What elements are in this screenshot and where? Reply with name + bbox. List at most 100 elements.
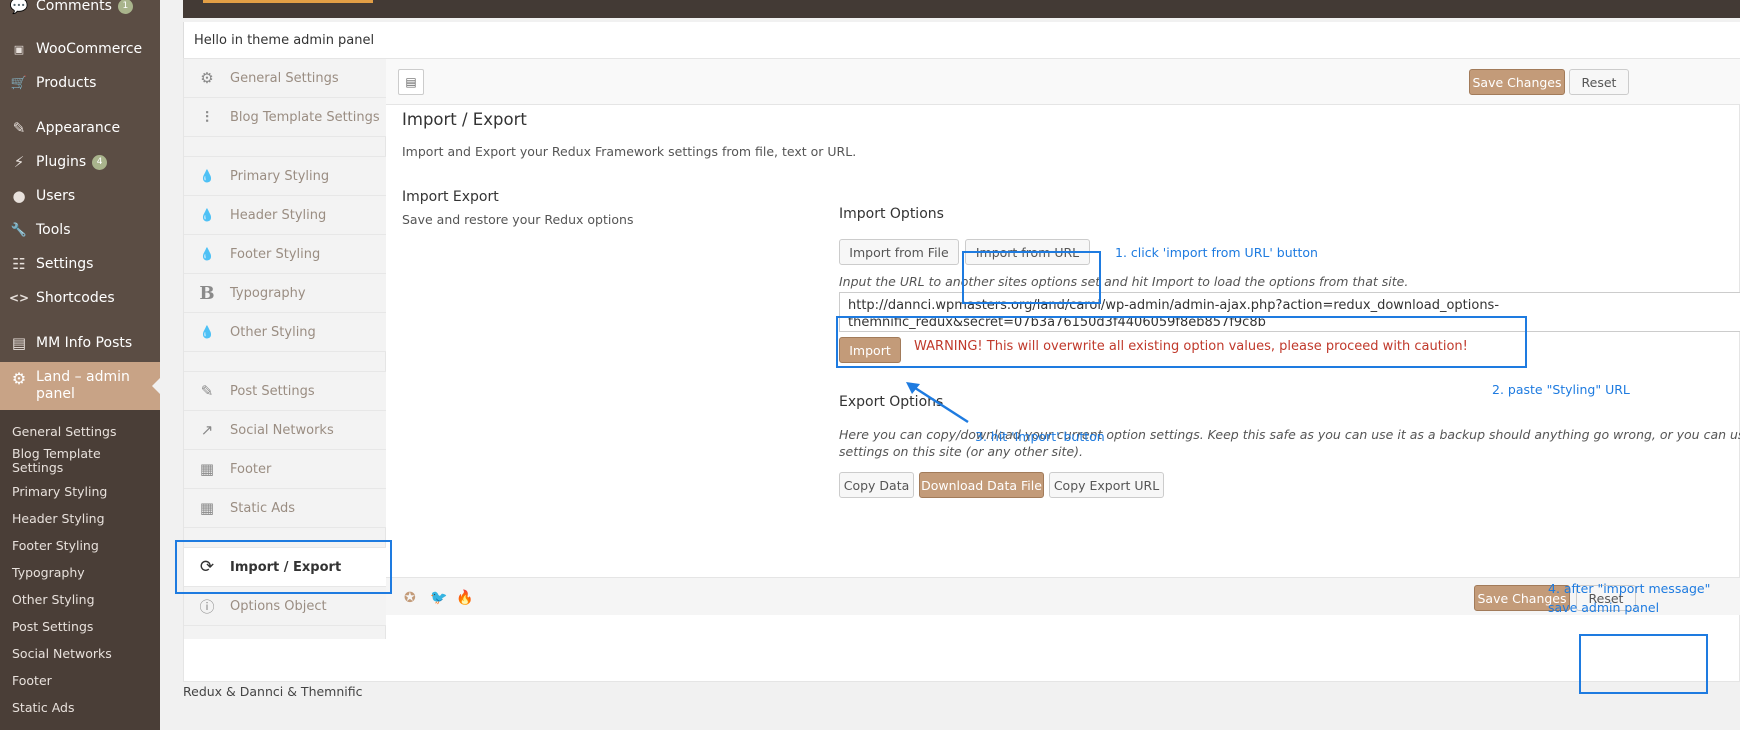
redux-options-panel: ⚙ General Settings ⫶ Blog Template Setting… [183, 58, 1740, 682]
submenu-blog-template-settings[interactable]: Blog Template Settings [0, 445, 120, 478]
download-data-file-button[interactable]: Download Data File [919, 472, 1044, 498]
edit-icon: ✎ [200, 382, 214, 400]
annotation-box-save-changes [1579, 634, 1708, 694]
tab-footer[interactable]: ▦ Footer [184, 450, 386, 489]
export-help-line-2: settings on this site (or any other site… [839, 444, 1083, 459]
expand-options-button[interactable]: ▤ [398, 69, 424, 95]
submenu-social-networks[interactable]: Social Networks [0, 640, 160, 667]
annotation-box-import-url [962, 251, 1101, 304]
menu-plugins[interactable]: ⚡ Plugins 4 [0, 147, 160, 177]
tab-label: Header Styling [230, 207, 327, 223]
annotation-step-2: 2. paste "Styling" URL [1492, 382, 1630, 397]
submenu-footer[interactable]: Footer [0, 667, 160, 694]
submenu-typography[interactable]: Typography [0, 559, 160, 586]
tab-post-settings[interactable]: ✎ Post Settings [184, 372, 386, 411]
posts-icon: ▤ [11, 334, 27, 352]
submenu-primary-styling[interactable]: Primary Styling [0, 478, 160, 505]
field-title: Import Export [402, 189, 499, 205]
save-changes-button[interactable]: Save Changes [1469, 69, 1565, 95]
menu-mm-info-posts[interactable]: ▤ MM Info Posts [0, 328, 160, 358]
tab-label: Primary Styling [230, 168, 330, 184]
admin-panel-submenu: General Settings Blog Template Settings … [0, 410, 160, 730]
tab-divider [184, 352, 386, 372]
submenu-static-ads[interactable]: Static Ads [0, 694, 160, 721]
reset-button[interactable]: Reset [1569, 69, 1629, 95]
menu-label: Settings [36, 256, 94, 272]
flame-icon[interactable]: 🔥 [456, 590, 473, 606]
tab-header-styling[interactable]: 💧 Header Styling [184, 196, 386, 235]
tab-label: Other Styling [230, 324, 316, 340]
tab-label: General Settings [230, 70, 339, 86]
copy-data-button[interactable]: Copy Data [839, 472, 914, 498]
tab-label: Options Object [230, 598, 327, 614]
annotation-box-import-export-tab [175, 540, 392, 594]
admin-notice: Hello in theme admin panel [183, 22, 1740, 58]
plug-icon: ⚡ [13, 153, 25, 171]
tab-blog-template-settings[interactable]: ⫶ Blog Template Settings [184, 98, 386, 137]
submenu-general-settings[interactable]: General Settings [0, 418, 160, 445]
tab-label: Footer Styling [230, 246, 321, 262]
menu-woocommerce[interactable]: ▣ WooCommerce [0, 34, 160, 64]
tab-typography[interactable]: B Typography [184, 274, 386, 313]
submenu-post-settings[interactable]: Post Settings [0, 613, 160, 640]
tab-primary-styling[interactable]: 💧 Primary Styling [184, 157, 386, 196]
tab-social-networks[interactable]: ↗ Social Networks [184, 411, 386, 450]
menu-products[interactable]: 🛒 Products [0, 68, 160, 98]
settings-icon: ☷ [12, 255, 26, 273]
copy-export-url-button[interactable]: Copy Export URL [1049, 472, 1164, 498]
active-menu-arrow [152, 378, 160, 394]
brush-icon: ✎ [12, 119, 26, 137]
submenu-header-styling[interactable]: Header Styling [0, 505, 160, 532]
menu-label: Comments [36, 0, 112, 14]
comments-icon: 💬 [9, 0, 29, 15]
field-subtitle: Save and restore your Redux options [402, 212, 634, 227]
tab-label: Blog Template Settings [230, 109, 380, 125]
sliders-icon: ⫶ [205, 108, 209, 126]
footer-icon: ▦ [199, 460, 215, 478]
drop-icon: 💧 [199, 169, 215, 183]
menu-label: Land – admin panel [36, 369, 130, 402]
info-icon: ⓘ [199, 597, 215, 616]
menu-comments[interactable]: 💬 Comments 1 [0, 0, 160, 21]
menu-label: WooCommerce [36, 41, 143, 57]
redux-footer: ✪ 🐦 🔥 Save Changes Reset [386, 577, 1740, 615]
tab-other-styling[interactable]: 💧 Other Styling [184, 313, 386, 352]
import-options-heading: Import Options [839, 206, 944, 222]
menu-land-admin-panel[interactable]: ⚙ Land – admin panel [0, 362, 160, 410]
redux-toolbar: ▤ Save Changes Reset [386, 59, 1740, 105]
cogs-icon: ⚙ [200, 69, 214, 87]
menu-tools[interactable]: 🔧 Tools [0, 215, 160, 245]
submenu-footer-styling[interactable]: Footer Styling [0, 532, 160, 559]
gear-icon: ⚙ [11, 369, 27, 388]
drop-icon: 💧 [199, 325, 215, 339]
code-icon: <> [9, 291, 30, 305]
woocommerce-icon: ▣ [13, 42, 25, 56]
menu-users[interactable]: ● Users [0, 181, 160, 211]
annotation-arrow [906, 382, 969, 424]
tab-static-ads[interactable]: ▦ Static Ads [184, 489, 386, 528]
tab-general-settings[interactable]: ⚙ General Settings [184, 59, 386, 98]
annotation-step-1: 1. click 'import from URL' button [1115, 245, 1318, 260]
drop-icon: 💧 [199, 247, 215, 261]
twitter-icon[interactable]: 🐦 [430, 590, 447, 606]
submenu-other-styling[interactable]: Other Styling [0, 586, 160, 613]
annotation-step-4-line-2: save admin panel [1548, 600, 1660, 615]
section-description: Import and Export your Redux Framework s… [402, 144, 857, 159]
compass-icon[interactable]: ✪ [404, 590, 416, 606]
menu-appearance[interactable]: ✎ Appearance [0, 113, 160, 143]
menu-label: Appearance [36, 120, 121, 136]
tab-footer-styling[interactable]: 💧 Footer Styling [184, 235, 386, 274]
menu-settings[interactable]: ☷ Settings [0, 249, 160, 279]
tab-label: Social Networks [230, 422, 334, 438]
tab-label: Static Ads [230, 500, 295, 516]
footer-credits: Redux & Dannci & Themnific [183, 684, 363, 699]
top-accent-bar [203, 0, 373, 3]
url-help-text: Input the URL to another sites options s… [839, 274, 1409, 289]
annotation-box-url-field [836, 316, 1527, 368]
menu-label: MM Info Posts [36, 335, 133, 351]
wrench-icon: 🔧 [10, 222, 28, 238]
menu-label: Products [36, 75, 97, 91]
import-from-file-button[interactable]: Import from File [839, 239, 959, 265]
menu-shortcodes[interactable]: <> Shortcodes [0, 283, 160, 313]
menu-label: Tools [36, 222, 71, 238]
